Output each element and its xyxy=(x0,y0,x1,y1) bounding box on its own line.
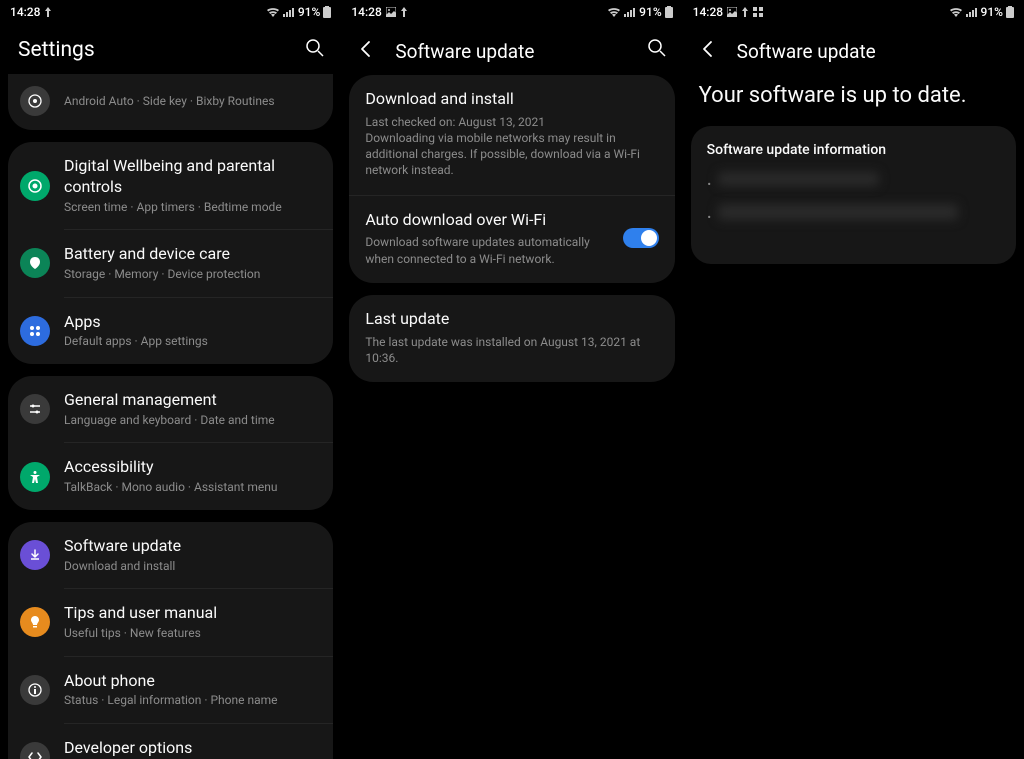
settings-screen: 14:28 91% Settings Android Auto · Side k… xyxy=(0,0,341,759)
setting-subtitle: Language and keyboard · Date and time xyxy=(64,413,317,429)
image-notif-icon xyxy=(727,7,737,17)
battery-icon xyxy=(665,6,673,18)
status-bar: 14:28 91% xyxy=(683,0,1024,24)
upload-icon xyxy=(44,7,52,17)
setting-title: Digital Wellbeing and parental controls xyxy=(64,156,317,198)
battery-percent: 91% xyxy=(639,5,661,19)
about-icon xyxy=(20,675,50,705)
update-status-screen: 14:28 91% Sof xyxy=(683,0,1024,759)
update-icon xyxy=(20,540,50,570)
setting-accessibility[interactable]: Accessibility TalkBack · Mono audio · Ass… xyxy=(8,443,333,509)
item-title: Download and install xyxy=(365,89,658,110)
setting-subtitle: Storage · Memory · Device protection xyxy=(64,267,317,283)
apps-icon xyxy=(20,316,50,346)
grid-icon xyxy=(753,7,763,17)
item-subtitle: The last update was installed on August … xyxy=(365,334,658,366)
battery-percent: 91% xyxy=(981,5,1003,19)
accessibility-icon xyxy=(20,462,50,492)
upload-icon xyxy=(400,7,408,17)
signal-icon xyxy=(966,7,978,17)
wifi-icon xyxy=(607,7,621,17)
setting-subtitle: Android Auto · Side key · Bixby Routines xyxy=(64,94,317,110)
header: Settings xyxy=(0,24,341,74)
setting-title: Apps xyxy=(64,312,317,333)
wifi-icon xyxy=(949,7,963,17)
setting-title: Tips and user manual xyxy=(64,603,317,624)
redacted-line xyxy=(718,204,959,220)
header: Software update xyxy=(341,24,682,75)
tips-icon xyxy=(20,607,50,637)
upload-icon xyxy=(741,7,749,17)
status-bar: 14:28 91% xyxy=(0,0,341,24)
setting-general-management[interactable]: General management Language and keyboard … xyxy=(8,376,333,442)
back-button[interactable] xyxy=(357,40,375,62)
item-subtitle: Download software updates automatically … xyxy=(365,234,610,266)
setting-developer-options[interactable]: Developer optionsDeveloper options xyxy=(8,724,333,759)
image-notif-icon xyxy=(386,7,396,17)
update-info-card[interactable]: Software update information xyxy=(691,126,1016,264)
item-title: Last update xyxy=(365,309,658,330)
setting-subtitle: Useful tips · New features xyxy=(64,626,317,642)
battery-icon xyxy=(1006,6,1014,18)
setting-subtitle: Status · Legal information · Phone name xyxy=(64,693,317,709)
setting-advanced-features[interactable]: Android Auto · Side key · Bixby Routines xyxy=(8,74,333,130)
wellbeing-icon xyxy=(20,171,50,201)
setting-tips[interactable]: Tips and user manual Useful tips · New fe… xyxy=(8,589,333,655)
back-button[interactable] xyxy=(699,40,717,62)
setting-subtitle: TalkBack · Mono audio · Assistant menu xyxy=(64,480,317,496)
setting-apps[interactable]: AppsDefault apps · App settings xyxy=(8,298,333,364)
header: Software update xyxy=(683,24,1024,75)
info-card-title: Software update information xyxy=(707,142,1000,158)
settings-list: Android Auto · Side key · Bixby Routines… xyxy=(0,74,341,759)
battery-percent: 91% xyxy=(298,5,320,19)
update-auto-download[interactable]: Auto download over Wi-Fi Download softwar… xyxy=(349,195,674,283)
status-time: 14:28 xyxy=(351,5,381,19)
status-headline: Your software is up to date. xyxy=(683,75,1024,126)
battery-icon xyxy=(323,6,331,18)
auto-download-toggle[interactable] xyxy=(623,228,659,248)
signal-icon xyxy=(624,7,636,17)
setting-title: About phone xyxy=(64,671,317,692)
setting-title: General management xyxy=(64,390,317,411)
setting-software-update[interactable]: Software update Download and install xyxy=(8,522,333,588)
setting-title: Battery and device care xyxy=(64,244,317,265)
status-time: 14:28 xyxy=(10,5,40,19)
signal-icon xyxy=(283,7,295,17)
setting-digital-wellbeing[interactable]: Digital Wellbeing and parental controls S… xyxy=(8,142,333,229)
setting-subtitle: Screen time · App timers · Bedtime mode xyxy=(64,200,317,216)
status-bar: 14:28 91% xyxy=(341,0,682,24)
software-update-screen: 14:28 91% Software update xyxy=(341,0,682,759)
item-subtitle: Last checked on: August 13, 2021 Downloa… xyxy=(365,114,658,179)
update-content: Download and install Last checked on: Aug… xyxy=(341,75,682,759)
setting-title: Developer options xyxy=(64,738,317,759)
wifi-icon xyxy=(266,7,280,17)
setting-title: Accessibility xyxy=(64,457,317,478)
setting-subtitle: Default apps · App settings xyxy=(64,334,317,350)
dev-icon xyxy=(20,742,50,759)
page-title: Software update xyxy=(737,40,1008,63)
page-title: Software update xyxy=(395,40,626,63)
advanced-icon xyxy=(20,86,50,116)
status-time: 14:28 xyxy=(693,5,723,19)
update-last-update[interactable]: Last update The last update was installed… xyxy=(349,295,674,382)
page-title: Settings xyxy=(18,38,285,62)
battery-icon xyxy=(20,248,50,278)
setting-battery[interactable]: Battery and device care Storage · Memory … xyxy=(8,230,333,296)
search-icon[interactable] xyxy=(305,38,325,62)
redacted-line xyxy=(718,172,879,186)
setting-title: Software update xyxy=(64,536,317,557)
setting-about-phone[interactable]: About phoneStatus · Legal information · … xyxy=(8,657,333,723)
setting-subtitle: Download and install xyxy=(64,559,317,575)
item-title: Auto download over Wi-Fi xyxy=(365,210,610,231)
update-download-install[interactable]: Download and install Last checked on: Aug… xyxy=(349,75,674,195)
search-icon[interactable] xyxy=(647,38,667,62)
general-icon xyxy=(20,394,50,424)
